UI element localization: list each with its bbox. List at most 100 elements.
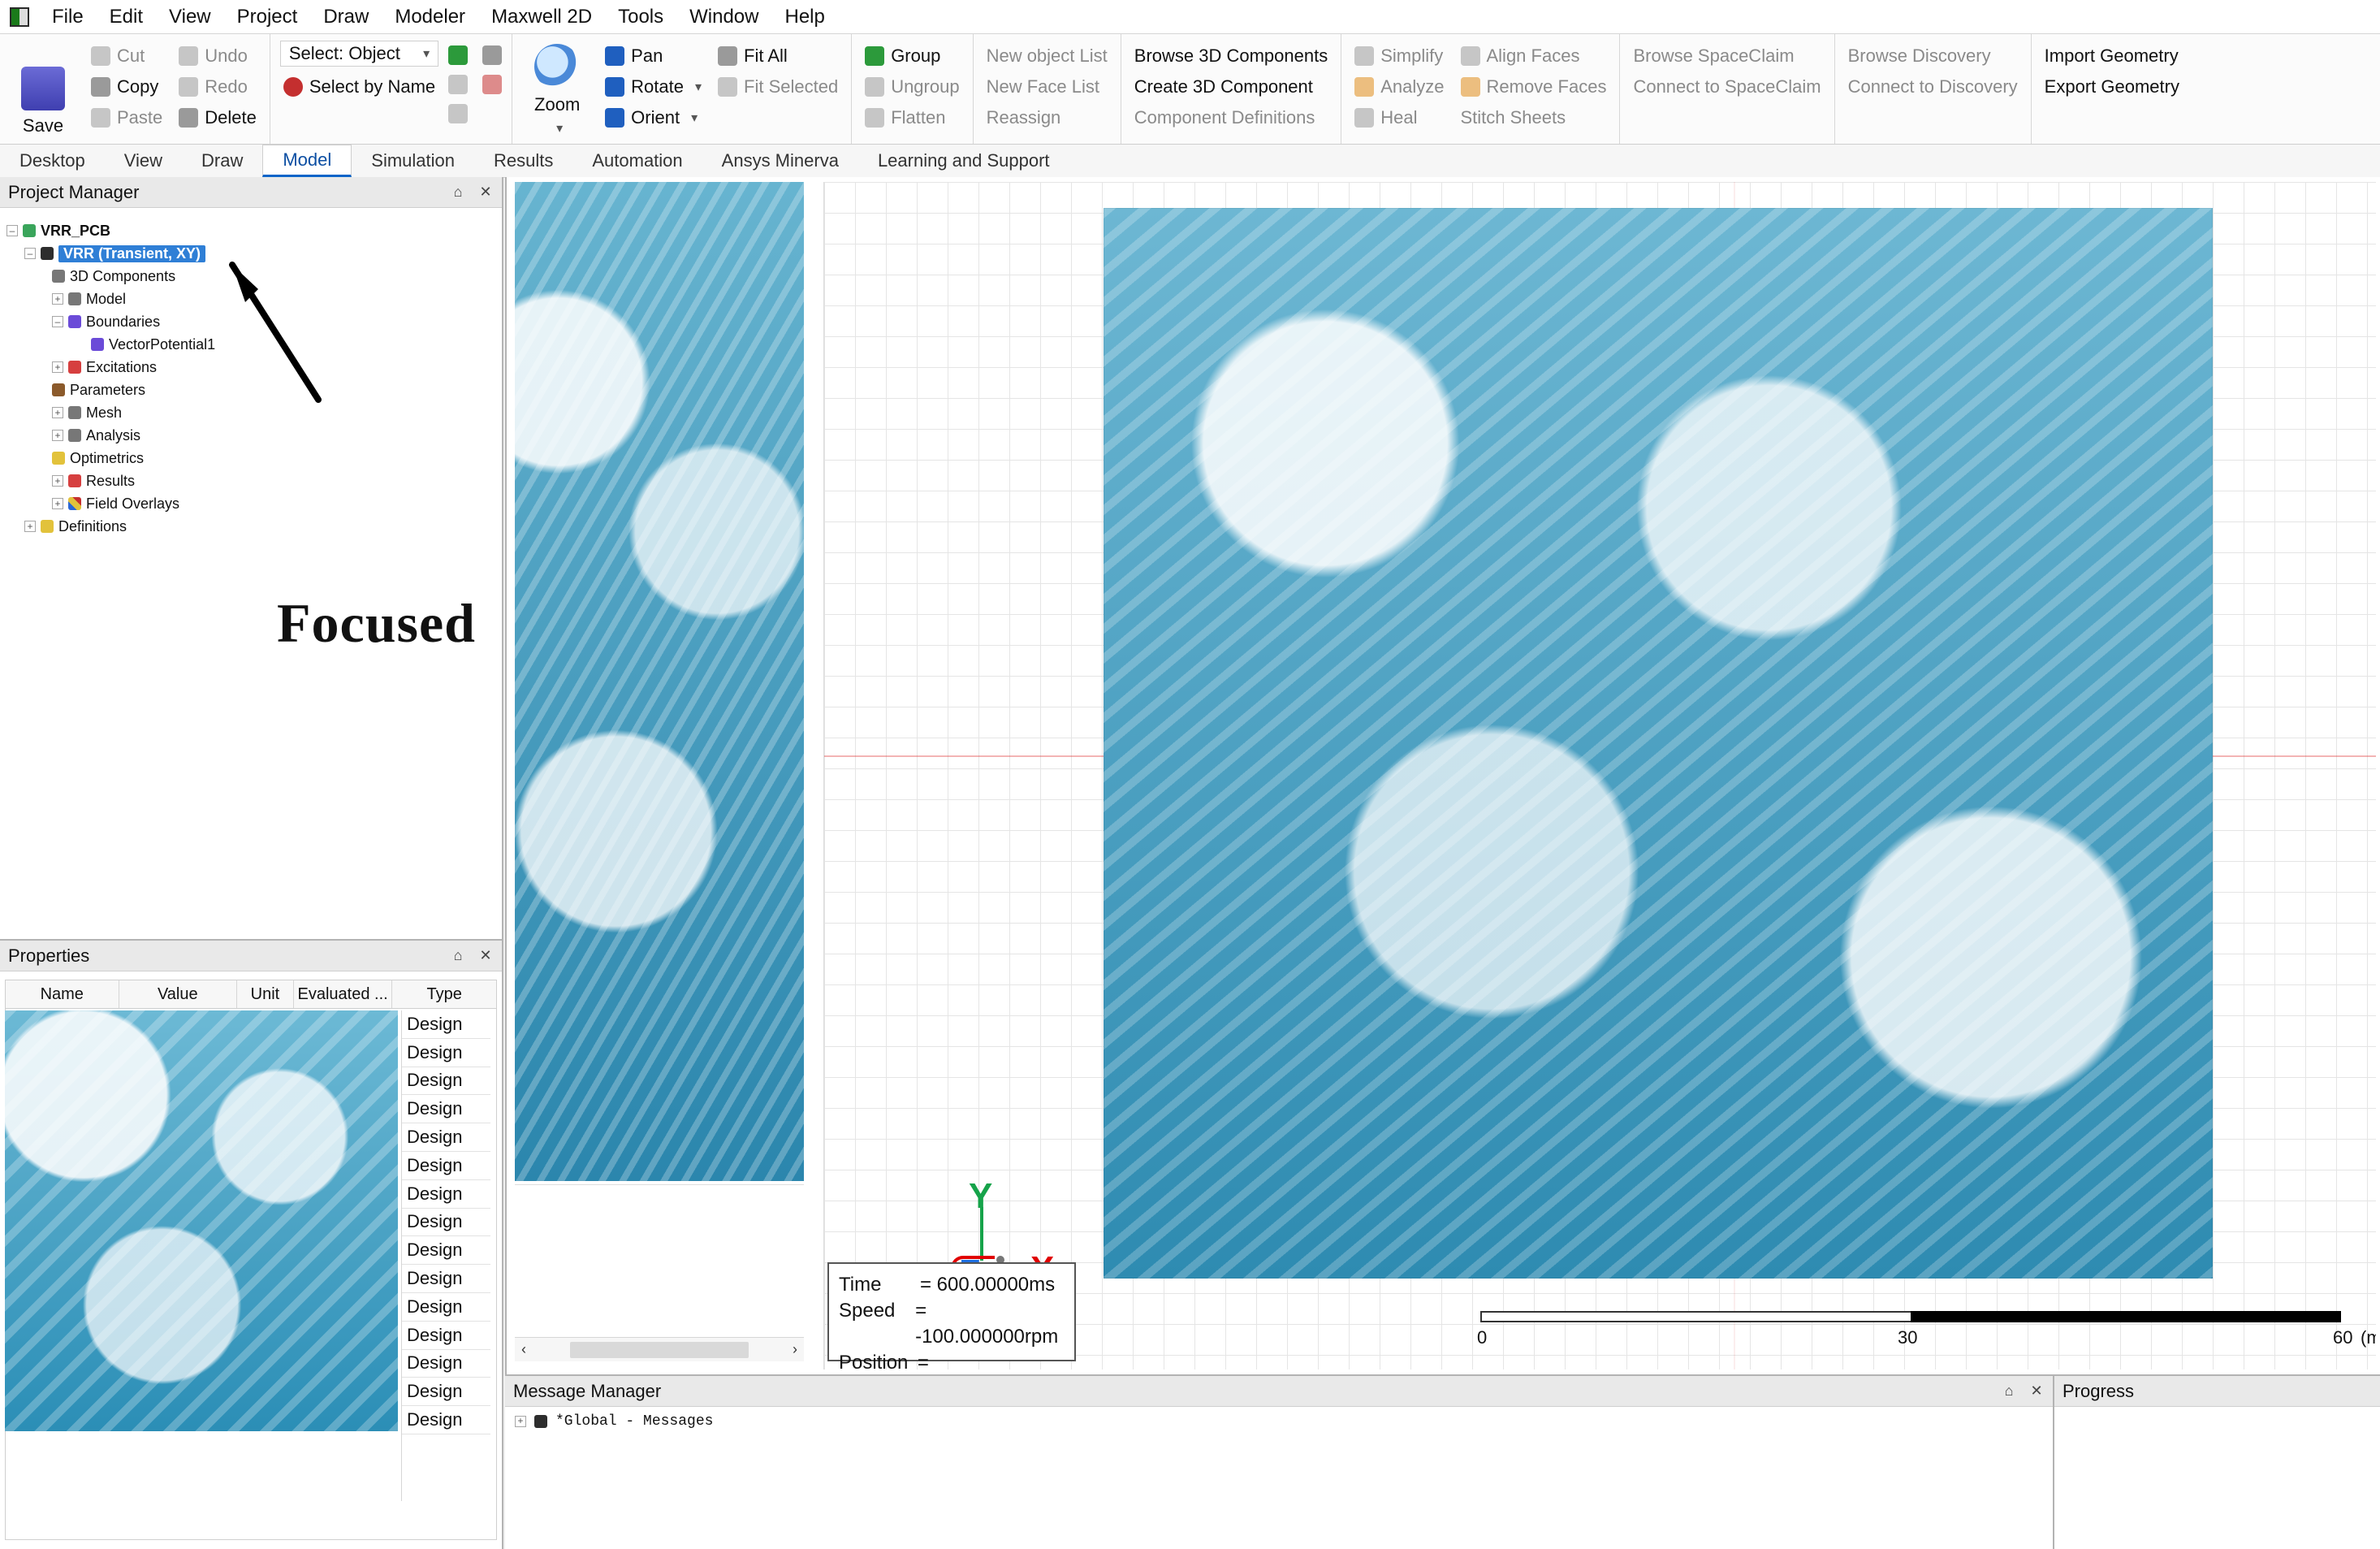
grid-canvas[interactable]: Y X Z Time = 600.00000ms Speed = -100.00… (823, 182, 2376, 1369)
reassign-button[interactable]: Reassign (983, 106, 1111, 130)
expand-icon[interactable]: + (24, 521, 36, 532)
expand-icon[interactable]: + (52, 498, 63, 509)
assign-icon[interactable] (448, 75, 469, 94)
menu-tools[interactable]: Tools (615, 6, 667, 28)
menu-help[interactable]: Help (781, 6, 827, 28)
global-messages-entry[interactable]: *Global - Messages (555, 1413, 713, 1430)
tree-row-design[interactable]: – VRR (Transient, XY) (24, 242, 206, 265)
column-evaluated[interactable]: Evaluated ... (294, 980, 393, 1008)
zoom-button[interactable]: Zoom ▾ (522, 41, 592, 140)
collapse-icon[interactable]: – (24, 248, 36, 259)
extra-icon[interactable] (448, 104, 469, 123)
component-definitions-button[interactable]: Component Definitions (1131, 106, 1331, 130)
align-faces-button[interactable]: Align Faces (1458, 44, 1610, 68)
pin-icon[interactable]: ⌂ (450, 184, 466, 201)
import-geometry-button[interactable]: Import Geometry (2041, 44, 2183, 68)
cut-button[interactable]: Cut (88, 44, 166, 68)
tab-model[interactable]: Model (262, 145, 352, 177)
scroll-right-icon[interactable]: › (793, 1341, 797, 1358)
browse-3d-components-button[interactable]: Browse 3D Components (1131, 44, 1331, 68)
column-name[interactable]: Name (6, 980, 119, 1008)
fit-all-button[interactable]: Fit All (715, 44, 841, 68)
create-3d-component-button[interactable]: Create 3D Component (1131, 75, 1331, 99)
pin-icon[interactable]: ⌂ (2001, 1382, 2017, 1400)
tab-ansys-minerva[interactable]: Ansys Minerva (702, 145, 858, 177)
heal-button[interactable]: Heal (1351, 106, 1447, 130)
scroll-thumb[interactable] (570, 1341, 749, 1358)
group-button[interactable]: Group (862, 44, 962, 68)
tree-row-parameters[interactable]: Parameters (52, 379, 145, 401)
close-icon[interactable]: ✕ (477, 184, 494, 201)
close-icon[interactable]: ✕ (2028, 1382, 2045, 1400)
flatten-button[interactable]: Flatten (862, 106, 962, 130)
tree-row-mesh[interactable]: + Mesh (52, 401, 122, 424)
tree-row-model[interactable]: + Model (52, 288, 126, 310)
pan-button[interactable]: Pan (602, 44, 705, 68)
tree-row-field-overlays[interactable]: + Field Overlays (52, 492, 179, 515)
select-by-name-button[interactable]: Select by Name (280, 75, 438, 99)
tree-row-results[interactable]: + Results (52, 469, 135, 492)
column-value[interactable]: Value (119, 980, 238, 1008)
simplify-button[interactable]: Simplify (1351, 44, 1447, 68)
rotate-button[interactable]: Rotate ▾ (602, 75, 705, 99)
horizontal-scrollbar[interactable]: ‹ › (515, 1337, 804, 1361)
menu-file[interactable]: File (49, 6, 87, 28)
menu-edit[interactable]: Edit (106, 6, 146, 28)
tab-view[interactable]: View (105, 145, 182, 177)
browse-discovery-button[interactable]: Browse Discovery (1845, 44, 2021, 68)
expand-icon[interactable]: + (52, 475, 63, 487)
tree-row-3d-components[interactable]: 3D Components (52, 265, 175, 288)
menu-draw[interactable]: Draw (320, 6, 372, 28)
orient-button[interactable]: Orient ▾ (602, 106, 705, 130)
tab-results[interactable]: Results (474, 145, 572, 177)
collapse-icon[interactable]: – (6, 225, 18, 236)
tree-row-optimetrics[interactable]: Optimetrics (52, 447, 144, 469)
new-face-list-button[interactable]: New Face List (983, 75, 1111, 99)
tree-row-project[interactable]: – VRR_PCB (6, 219, 110, 242)
menu-modeler[interactable]: Modeler (391, 6, 469, 28)
column-unit[interactable]: Unit (237, 980, 294, 1008)
stitch-sheets-button[interactable]: Stitch Sheets (1458, 106, 1610, 130)
pin-icon[interactable]: ⌂ (450, 947, 466, 964)
tab-draw[interactable]: Draw (182, 145, 262, 177)
tab-automation[interactable]: Automation (572, 145, 702, 177)
tree-row-vectorpotential1[interactable]: VectorPotential1 (91, 333, 215, 356)
undo-button[interactable]: Undo (175, 44, 260, 68)
export-geometry-button[interactable]: Export Geometry (2041, 75, 2183, 99)
remove-icon[interactable] (482, 75, 503, 94)
new-object-list-button[interactable]: New object List (983, 44, 1111, 68)
materials-icon[interactable] (482, 45, 503, 65)
save-button[interactable]: Save (8, 41, 78, 140)
tab-desktop[interactable]: Desktop (0, 145, 105, 177)
connect-spaceclaim-button[interactable]: Connect to SpaceClaim (1630, 75, 1824, 99)
expand-icon[interactable]: + (52, 430, 63, 441)
connect-discovery-button[interactable]: Connect to Discovery (1845, 75, 2021, 99)
menu-project[interactable]: Project (234, 6, 301, 28)
collapse-icon[interactable]: – (52, 316, 63, 327)
fit-selected-button[interactable]: Fit Selected (715, 75, 841, 99)
expand-icon[interactable]: + (52, 407, 63, 418)
tree-row-analysis[interactable]: + Analysis (52, 424, 140, 447)
expand-icon[interactable]: + (52, 361, 63, 373)
ungroup-button[interactable]: Ungroup (862, 75, 962, 99)
tab-simulation[interactable]: Simulation (352, 145, 474, 177)
redo-button[interactable]: Redo (175, 75, 260, 99)
tree-row-excitations[interactable]: + Excitations (52, 356, 157, 379)
modeler-viewport[interactable]: ‹ › Y X Z Time = 600.00000ms Speed = -10… (505, 177, 2380, 1374)
paste-button[interactable]: Paste (88, 106, 166, 130)
select-object-dropdown[interactable]: Select: Object ▾ (279, 41, 439, 67)
tab-learning-support[interactable]: Learning and Support (858, 145, 1069, 177)
menu-view[interactable]: View (166, 6, 214, 28)
tree-row-definitions[interactable]: + Definitions (24, 515, 127, 538)
close-icon[interactable]: ✕ (477, 947, 494, 964)
menu-window[interactable]: Window (686, 6, 762, 28)
analyze-button[interactable]: Analyze (1351, 75, 1447, 99)
menu-maxwell-2d[interactable]: Maxwell 2D (488, 6, 595, 28)
material-icon[interactable] (448, 45, 469, 65)
delete-button[interactable]: Delete (175, 106, 260, 130)
browse-spaceclaim-button[interactable]: Browse SpaceClaim (1630, 44, 1824, 68)
scroll-left-icon[interactable]: ‹ (521, 1341, 526, 1358)
remove-faces-button[interactable]: Remove Faces (1458, 75, 1610, 99)
column-type[interactable]: Type (392, 980, 496, 1008)
tree-row-boundaries[interactable]: – Boundaries (52, 310, 160, 333)
